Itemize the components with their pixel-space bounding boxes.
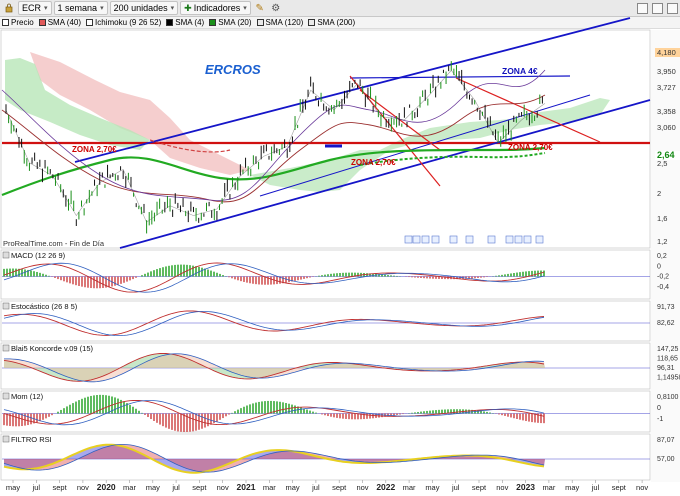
y-tick-label: 57,00 xyxy=(657,456,675,463)
x-tick-label: sept xyxy=(612,483,627,492)
y-tick-label: 2 xyxy=(657,189,661,198)
x-tick-label: may xyxy=(425,483,439,492)
event-marker xyxy=(431,235,440,244)
x-tick-label: nov xyxy=(636,483,648,492)
x-tick-label: may xyxy=(286,483,300,492)
event-marker xyxy=(535,235,544,244)
y-tick-label: 1,2 xyxy=(657,237,667,246)
x-tick-label: jul xyxy=(591,483,600,492)
event-marker xyxy=(449,235,458,244)
x-tick-label: mar xyxy=(542,483,555,492)
x-tick-label: nov xyxy=(77,483,89,492)
pane-frame xyxy=(0,390,651,433)
x-tick-label: jul xyxy=(32,483,41,492)
x-tick-label: may xyxy=(565,483,579,492)
x-tick-label: may xyxy=(6,483,20,492)
event-marker xyxy=(487,235,496,244)
annotation-zona-270-right: ZONA 2,70€ xyxy=(508,143,553,152)
x-tick-label: nov xyxy=(496,483,508,492)
x-tick-label: 2020 xyxy=(97,482,116,492)
pane-title-macd: MACD (12 26 9) xyxy=(11,251,66,260)
pane-title-swatch xyxy=(2,392,10,400)
x-tick-label: 2021 xyxy=(237,482,256,492)
y-tick-label: -1 xyxy=(657,416,663,423)
x-tick-label: jul xyxy=(451,483,460,492)
y-tick-label: 1,6 xyxy=(657,214,667,223)
x-tick-label: sept xyxy=(332,483,347,492)
event-marker xyxy=(412,235,421,244)
event-marker xyxy=(465,235,474,244)
y-tick-label: 82,62 xyxy=(657,320,675,327)
y-tick-label: 0,8100 xyxy=(657,394,679,401)
y-tick-label: 3,060 xyxy=(657,123,676,132)
pane-title-rsi: FILTRO RSI xyxy=(11,435,52,444)
x-tick-label: jul xyxy=(311,483,320,492)
y-tick-label: 0 xyxy=(657,405,661,412)
pane-title-mom: Mom (12) xyxy=(11,392,44,401)
chart-window: ECR ▾ 1 semana ▾ 200 unidades ▾ ✚ Indicador… xyxy=(0,0,680,496)
y-tick-label: 3,950 xyxy=(657,67,676,76)
x-tick-label: sept xyxy=(53,483,68,492)
pane-area xyxy=(4,444,545,473)
y-tick-label: 1,14958 xyxy=(657,375,680,382)
x-tick-label: sept xyxy=(192,483,207,492)
channel-upper-line xyxy=(74,17,631,163)
pane-title-swatch xyxy=(2,302,10,310)
y-tick-label: 0,2 xyxy=(657,253,667,260)
event-marker xyxy=(514,235,523,244)
x-tick-label: may xyxy=(146,483,160,492)
y-tick-label: 4,180 xyxy=(657,48,676,57)
y-tick-label: 118,65 xyxy=(657,356,678,363)
x-tick-label: 2022 xyxy=(376,482,395,492)
y-tick-label: 87,07 xyxy=(657,437,675,444)
x-tick-label: mar xyxy=(403,483,416,492)
pane-title-swatch xyxy=(2,435,10,443)
price-chart[interactable]: ERCROS ZONA 4€ ZONA 2,70€ ZONA 2,70€ ZONA 2,… xyxy=(0,0,680,496)
y-tick-label: -0,4 xyxy=(657,284,669,291)
ichimoku-cloud-bull xyxy=(250,98,610,192)
event-marker xyxy=(523,235,532,244)
x-tick-label: mar xyxy=(263,483,276,492)
pane-title-koncorde: Blai5 Koncorde v.09 (15) xyxy=(11,344,93,353)
y-tick-label: 147,25 xyxy=(657,346,679,353)
pane-title-swatch xyxy=(2,251,10,259)
x-tick-label: mar xyxy=(123,483,136,492)
event-marker xyxy=(505,235,514,244)
y-tick-label: 91,73 xyxy=(657,304,675,311)
source-label: ProRealTime.com - Fin de Día xyxy=(3,239,105,248)
pane-title-stoch: Estocástico (26 8 5) xyxy=(11,302,78,311)
x-tick-label: nov xyxy=(217,483,229,492)
chart-title: ERCROS xyxy=(205,62,261,77)
y-tick-label: 3,727 xyxy=(657,83,676,92)
pane-title-swatch xyxy=(2,344,10,352)
x-tick-label: nov xyxy=(356,483,368,492)
annotation-zona-270-left: ZONA 2,70€ xyxy=(72,145,117,154)
event-marker xyxy=(421,235,430,244)
annotation-zona-4: ZONA 4€ xyxy=(502,66,538,76)
event-marker xyxy=(404,235,413,244)
x-tick-label: jul xyxy=(171,483,180,492)
y-tick-label: 2,5 xyxy=(657,159,667,168)
y-tick-label: -0,2 xyxy=(657,274,669,281)
y-tick-label: 3,358 xyxy=(657,107,676,116)
x-tick-label: sept xyxy=(472,483,487,492)
y-tick-label: 0 xyxy=(657,263,661,270)
annotation-zona-270-mid: ZONA 2,70€ xyxy=(351,158,396,167)
y-tick-label: 96,31 xyxy=(657,365,675,372)
x-tick-label: 2023 xyxy=(516,482,535,492)
